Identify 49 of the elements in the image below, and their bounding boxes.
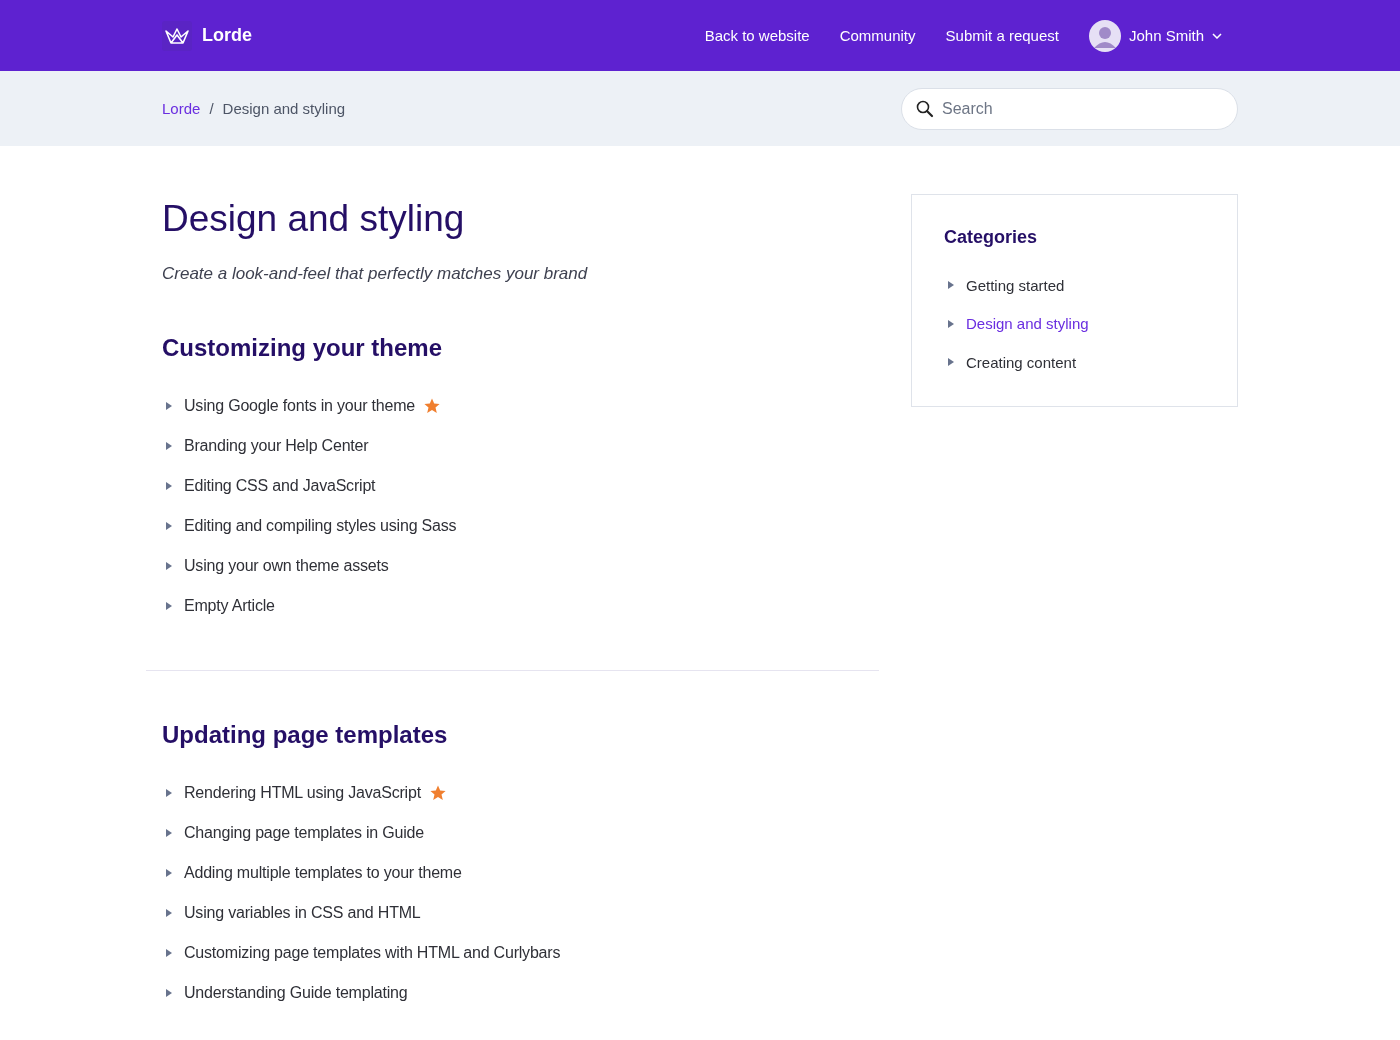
caret-right-icon bbox=[166, 829, 172, 837]
chevron-down-icon bbox=[1212, 32, 1222, 39]
star-icon bbox=[429, 785, 446, 801]
article-link[interactable]: Branding your Help Center bbox=[184, 437, 369, 455]
star-icon bbox=[424, 398, 441, 414]
caret-right-icon bbox=[166, 482, 172, 490]
caret-right-icon bbox=[166, 909, 172, 917]
breadcrumb-separator: / bbox=[209, 100, 214, 117]
nav-link[interactable]: Submit a request bbox=[945, 27, 1059, 44]
caret-right-icon bbox=[948, 281, 954, 290]
caret-right-icon bbox=[166, 949, 172, 957]
page-subtitle: Create a look-and-feel that perfectly matches your brand bbox=[162, 264, 589, 284]
section-heading: Customizing your theme bbox=[162, 334, 444, 362]
brand-name[interactable]: Lorde bbox=[202, 25, 252, 46]
crown-logo-icon bbox=[162, 20, 192, 51]
avatar-silhouette-icon bbox=[1088, 19, 1121, 52]
caret-right-icon bbox=[166, 402, 172, 410]
article-link[interactable]: Rendering HTML using JavaScript bbox=[184, 784, 421, 802]
search-field[interactable]: Search bbox=[901, 87, 1238, 130]
article-link[interactable]: Using your own theme assets bbox=[184, 557, 389, 575]
category-link[interactable]: Getting started bbox=[966, 276, 1065, 294]
section-heading: Updating page templates bbox=[162, 721, 449, 749]
article-link[interactable]: Editing and compiling styles using Sass bbox=[184, 517, 457, 535]
caret-right-icon bbox=[166, 789, 172, 797]
caret-right-icon bbox=[166, 602, 172, 610]
category-link[interactable]: Design and styling bbox=[966, 315, 1089, 333]
article-link[interactable]: Understanding Guide templating bbox=[184, 984, 408, 1002]
nav-link[interactable]: Back to website bbox=[704, 27, 810, 44]
article-link[interactable]: Customizing page templates with HTML and Curlybars bbox=[184, 944, 561, 962]
article-link[interactable]: Adding multiple templates to your theme bbox=[184, 864, 462, 882]
caret-right-icon bbox=[948, 358, 954, 367]
caret-right-icon bbox=[166, 442, 172, 450]
article-link[interactable]: Changing page templates in Guide bbox=[184, 824, 424, 842]
caret-right-icon bbox=[166, 869, 172, 877]
caret-right-icon bbox=[166, 562, 172, 570]
article-link[interactable]: Empty Article bbox=[184, 597, 275, 615]
caret-right-icon bbox=[166, 989, 172, 997]
breadcrumb-link[interactable]: Lorde bbox=[162, 100, 201, 117]
category-link[interactable]: Creating content bbox=[966, 353, 1077, 371]
caret-right-icon bbox=[948, 319, 954, 328]
nav-link[interactable]: Community bbox=[839, 27, 916, 44]
search-icon bbox=[916, 99, 934, 118]
user-menu[interactable]: John Smith bbox=[1088, 19, 1222, 52]
article-link[interactable]: Using Google fonts in your theme bbox=[184, 397, 416, 415]
article-link[interactable]: Using variables in CSS and HTML bbox=[184, 904, 421, 922]
categories-heading: Categories bbox=[944, 227, 1039, 248]
article-link[interactable]: Editing CSS and JavaScript bbox=[184, 477, 376, 495]
caret-right-icon bbox=[166, 522, 172, 530]
page-title: Design and styling bbox=[162, 197, 466, 241]
